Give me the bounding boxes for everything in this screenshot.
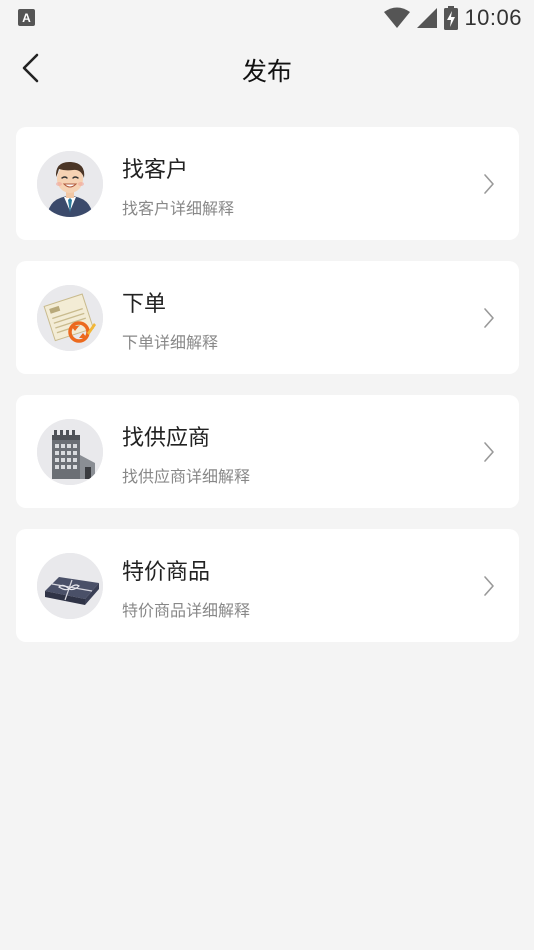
chevron-right-icon — [484, 442, 494, 462]
battery-charging-icon — [444, 6, 459, 30]
option-place-order[interactable]: 下单 下单详细解释 — [16, 261, 519, 374]
option-description: 特价商品详细解释 — [122, 601, 251, 620]
order-document-icon — [37, 285, 103, 351]
page-title: 发布 — [241, 57, 292, 86]
svg-text:A: A — [22, 11, 31, 25]
keyboard-a-icon: A — [18, 9, 35, 26]
option-title: 找客户 — [122, 158, 189, 183]
customer-avatar-icon — [37, 151, 103, 217]
gift-box-icon — [37, 553, 103, 619]
option-find-customer[interactable]: 找客户 找客户详细解释 — [16, 127, 519, 240]
header: 发布 — [0, 36, 534, 100]
cell-signal-icon — [417, 8, 438, 28]
option-description: 找客户详细解释 — [122, 199, 235, 218]
option-title: 找供应商 — [122, 426, 211, 451]
option-description: 下单详细解释 — [122, 333, 219, 352]
chevron-right-icon — [484, 576, 494, 596]
chevron-right-icon — [484, 308, 494, 328]
status-right: 10:06 — [384, 4, 522, 32]
option-description: 找供应商详细解释 — [122, 467, 251, 486]
status-bar: A 10:06 — [0, 0, 534, 36]
option-special-products[interactable]: 特价商品 特价商品详细解释 — [16, 529, 519, 642]
wifi-icon — [384, 7, 411, 28]
chevron-right-icon — [484, 174, 494, 194]
option-title: 下单 — [122, 292, 167, 317]
option-title: 特价商品 — [122, 560, 211, 585]
status-time: 10:06 — [464, 5, 522, 30]
option-find-supplier[interactable]: 找供应商 找供应商详细解释 — [16, 395, 519, 508]
supplier-building-icon — [37, 419, 103, 485]
publish-options-list: 找客户 找客户详细解释 下单 下单详细解释 找供应商 找供应商详细解释 特价商品… — [16, 127, 519, 663]
